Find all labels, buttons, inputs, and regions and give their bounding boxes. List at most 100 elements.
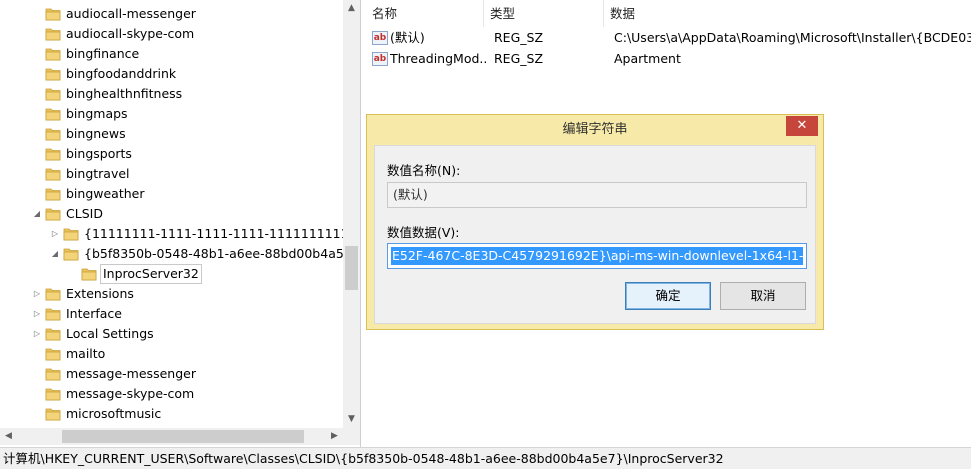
tree-item-label: bingweather <box>66 186 145 201</box>
folder-icon <box>45 307 61 321</box>
tree-item[interactable]: microsoftmusic <box>0 404 343 424</box>
close-icon[interactable]: ✕ <box>786 116 818 136</box>
folder-icon <box>45 147 61 161</box>
tree-item[interactable]: audiocall-skype-com <box>0 24 343 44</box>
tree-item[interactable]: message-skype-com <box>0 384 343 404</box>
value-type: REG_SZ <box>494 30 544 45</box>
tree-item-label: message-skype-com <box>66 386 195 401</box>
value-name: ThreadingMod... <box>390 51 486 66</box>
folder-icon <box>45 127 61 141</box>
tree-item-label: mailto <box>66 346 106 361</box>
column-header-name[interactable]: 名称 <box>366 0 484 27</box>
tree-item-label: audiocall-messenger <box>66 6 196 21</box>
folder-icon <box>45 107 61 121</box>
value-name-field: (默认) <box>387 182 807 208</box>
folder-icon <box>45 187 61 201</box>
tree-item-label: bingsports <box>66 146 132 161</box>
value-data-label: 数值数据(V): <box>387 225 460 240</box>
expanded-arrow-icon[interactable]: ◢ <box>32 204 42 224</box>
tree-item-label: InprocServer32 <box>100 264 202 284</box>
folder-icon <box>45 167 61 181</box>
tree-item[interactable]: ▷ Interface <box>0 304 343 324</box>
tree-item-label: microsoftmusic <box>66 406 162 421</box>
tree-vertical-scrollbar[interactable]: ▲ ▼ <box>343 0 360 428</box>
tree-item[interactable]: ◢ {b5f8350b-0548-48b1-a6ee-88bd00b4a5e7} <box>0 244 360 264</box>
edit-string-dialog: 编辑字符串 ✕ 数值名称(N): (默认) 数值数据(V): E52F-467C… <box>366 114 824 330</box>
tree-item-label: message-messenger <box>66 366 196 381</box>
folder-icon <box>45 347 61 361</box>
folder-icon <box>45 67 61 81</box>
folder-icon <box>81 267 97 281</box>
registry-tree-pane: audiocall-messenger audiocall-skype-com bi… <box>0 0 361 447</box>
folder-icon <box>45 87 61 101</box>
column-header-data[interactable]: 数据 <box>604 0 971 27</box>
folder-icon <box>63 227 79 241</box>
tree-item-label: bingfinance <box>66 46 140 61</box>
collapsed-arrow-icon[interactable]: ▷ <box>50 224 60 244</box>
tree-item[interactable]: audiocall-messenger <box>0 4 343 24</box>
folder-icon <box>45 287 61 301</box>
folder-icon <box>45 27 61 41</box>
value-data-input[interactable]: E52F-467C-8E3D-C4579291692E}\api-ms-win-… <box>387 243 807 269</box>
tree-horizontal-scroll-thumb[interactable] <box>62 430 304 443</box>
tree-item-label: bingfoodanddrink <box>66 66 177 81</box>
collapsed-arrow-icon[interactable]: ▷ <box>32 284 42 304</box>
ok-button[interactable]: 确定 <box>625 282 711 310</box>
value-row[interactable]: ab ThreadingMod... REG_SZ Apartment <box>366 49 971 69</box>
tree-item-label: bingnews <box>66 126 126 141</box>
value-name: (默认) <box>390 30 425 45</box>
tree-item[interactable]: ▷ Local Settings <box>0 324 343 344</box>
tree-item[interactable]: bingsports <box>0 144 343 164</box>
scroll-left-arrow-icon[interactable]: ◀ <box>0 428 17 445</box>
value-row[interactable]: ab (默认) REG_SZ C:\Users\a\AppData\Roamin… <box>366 28 971 48</box>
tree-item[interactable]: bingfinance <box>0 44 343 64</box>
value-name-label: 数值名称(N): <box>387 163 461 178</box>
tree-item-label: binghealthnfitness <box>66 86 183 101</box>
column-header-type[interactable]: 类型 <box>484 0 604 27</box>
tree-item[interactable]: bingfoodanddrink <box>0 64 343 84</box>
tree-item[interactable]: bingmaps <box>0 104 343 124</box>
tree-item[interactable]: message-messenger <box>0 364 343 384</box>
tree-item-label: bingtravel <box>66 166 130 181</box>
folder-icon <box>45 47 61 61</box>
folder-icon <box>63 247 79 261</box>
folder-icon <box>45 387 61 401</box>
value-data: Apartment <box>614 51 681 66</box>
dialog-body: 数值名称(N): (默认) 数值数据(V): E52F-467C-8E3D-C4… <box>374 145 816 324</box>
tree-item-label: {b5f8350b-0548-48b1-a6ee-88bd00b4a5e7} <box>84 246 361 261</box>
string-value-icon: ab <box>372 52 388 66</box>
folder-icon <box>45 327 61 341</box>
tree-item[interactable]: mailto <box>0 344 343 364</box>
folder-icon <box>45 407 61 421</box>
cancel-button[interactable]: 取消 <box>720 282 806 310</box>
dialog-title: 编辑字符串 <box>562 122 628 137</box>
scroll-up-arrow-icon[interactable]: ▲ <box>343 0 360 17</box>
tree-item-label: bingmaps <box>66 106 128 121</box>
tree-vertical-scroll-thumb[interactable] <box>345 246 358 290</box>
tree-horizontal-scrollbar[interactable]: ◀ ▶ <box>0 428 343 445</box>
value-type: REG_SZ <box>494 51 544 66</box>
tree-item[interactable]: bingnews <box>0 124 343 144</box>
tree-item[interactable]: bingtravel <box>0 164 343 184</box>
tree-item[interactable]: binghealthnfitness <box>0 84 343 104</box>
tree-item[interactable]: ▷ Extensions <box>0 284 343 304</box>
expanded-arrow-icon[interactable]: ◢ <box>50 244 60 264</box>
tree-item[interactable]: InprocServer32 <box>0 264 343 284</box>
value-data: C:\Users\a\AppData\Roaming\Microsoft\Ins… <box>614 30 971 45</box>
value-data-selected-text[interactable]: E52F-467C-8E3D-C4579291692E}\api-ms-win-… <box>391 247 803 265</box>
tree-item-label: audiocall-skype-com <box>66 26 195 41</box>
tree-item-label: {11111111-1111-1111-1111-111111111111} <box>84 226 361 241</box>
collapsed-arrow-icon[interactable]: ▷ <box>32 324 42 344</box>
tree-item-label: CLSID <box>66 206 103 221</box>
folder-icon <box>45 7 61 21</box>
scrollbar-corner <box>343 428 360 445</box>
tree-item[interactable]: ◢ CLSID <box>0 204 343 224</box>
tree-item[interactable]: ▷ {11111111-1111-1111-1111-111111111111} <box>0 224 360 244</box>
scroll-down-arrow-icon[interactable]: ▼ <box>343 411 360 428</box>
scroll-right-arrow-icon[interactable]: ▶ <box>326 428 343 445</box>
folder-icon <box>45 367 61 381</box>
string-value-icon: ab <box>372 31 388 45</box>
tree-item-label: Local Settings <box>66 326 154 341</box>
tree-item[interactable]: bingweather <box>0 184 343 204</box>
collapsed-arrow-icon[interactable]: ▷ <box>32 304 42 324</box>
